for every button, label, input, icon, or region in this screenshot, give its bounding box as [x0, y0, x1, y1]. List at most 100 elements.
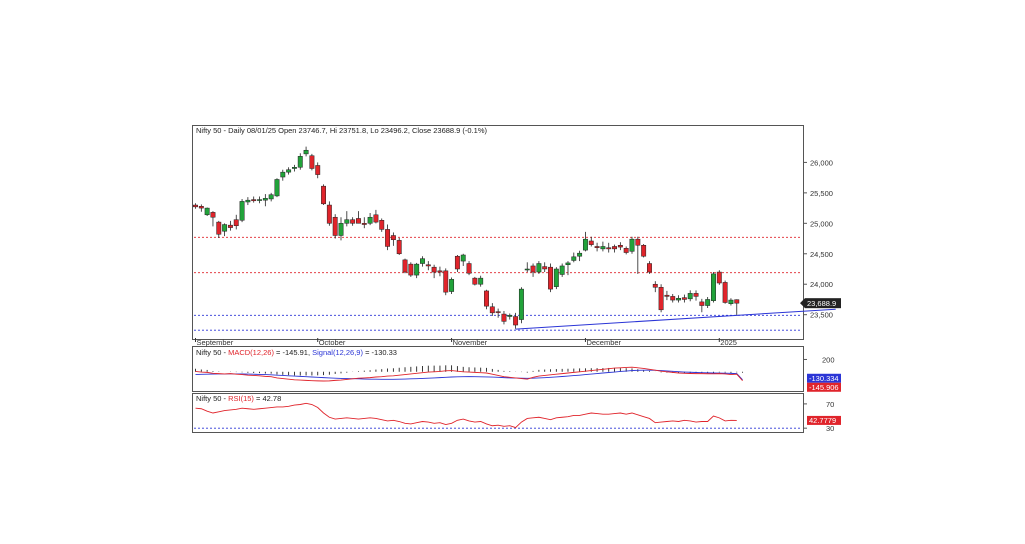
rsi-ytick-label: 70 — [826, 400, 834, 409]
candle-body — [466, 263, 472, 274]
macd-title-macd: MACD(12,26) — [228, 348, 274, 357]
price-ytick-label: 24,500 — [810, 250, 833, 259]
candle-body — [443, 270, 449, 293]
macd-title: Nifty 50 - MACD(12,26) = -145.91, Signal… — [196, 348, 397, 357]
price-ytick-label: 23,500 — [810, 311, 833, 320]
rsi-title: Nifty 50 - RSI(15) = 42.78 — [196, 394, 281, 403]
month-label: October — [319, 338, 346, 347]
macd-title-macd-value: = -145.91, — [274, 348, 312, 357]
rsi-panel-frame — [192, 393, 804, 433]
candle-body — [617, 244, 623, 248]
candle-body — [530, 265, 536, 273]
price-ytick-label: 24,000 — [810, 280, 833, 289]
candle-body — [507, 315, 513, 317]
candle-body — [291, 167, 297, 169]
candle-body — [472, 277, 478, 285]
candle-body — [449, 279, 455, 292]
candle-body — [326, 204, 332, 224]
candle-body — [676, 297, 682, 301]
candle-body — [681, 297, 687, 300]
candle-body — [198, 206, 204, 209]
signal-tag: -130.334 — [809, 374, 839, 383]
candle-body — [623, 248, 629, 253]
candle-body — [431, 266, 437, 273]
candle-body — [204, 207, 210, 216]
candle-body — [647, 263, 652, 273]
candle-body — [565, 262, 571, 265]
macd-title-prefix: Nifty 50 - — [196, 348, 228, 357]
candle-body — [303, 149, 309, 155]
candle-body — [408, 263, 414, 276]
candle-body — [548, 266, 553, 290]
candle-body — [524, 268, 530, 271]
price-panel-frame — [192, 125, 804, 340]
candle-body — [722, 282, 728, 303]
last-price-tag: 23,688.9 — [807, 299, 836, 308]
candle-body — [233, 219, 239, 227]
price-ytick-label: 25,000 — [810, 219, 833, 228]
rsi-tag: 42.7779 — [809, 416, 836, 425]
candle-body — [559, 265, 565, 275]
candle-body — [553, 268, 559, 287]
price-ytick-label: 26,000 — [810, 158, 833, 167]
candle-body — [420, 258, 425, 264]
candle-body — [728, 299, 734, 304]
candle-body — [268, 194, 274, 200]
candle-body — [460, 254, 466, 262]
macd-tag: -145.906 — [809, 383, 839, 392]
candle-body — [670, 296, 676, 301]
rsi-title-prefix: Nifty 50 - — [196, 394, 228, 403]
candle-body — [437, 270, 443, 273]
candle-body — [734, 299, 740, 304]
price-ytick-label: 25,500 — [810, 189, 833, 198]
candle-body — [367, 216, 373, 224]
candle-body — [239, 201, 245, 221]
candle-body — [454, 255, 460, 270]
macd-title-signal: Signal(12,26,9) — [312, 348, 363, 357]
candle-body — [280, 171, 286, 178]
candle-body — [594, 246, 600, 248]
candle-body — [390, 235, 396, 241]
candle-body — [402, 259, 408, 273]
candle-body — [478, 277, 484, 285]
candle-body — [338, 223, 344, 236]
month-label: November — [453, 338, 488, 347]
candle-body — [635, 238, 641, 246]
candle-body — [542, 266, 548, 270]
candle-body — [350, 219, 356, 224]
candle-body — [664, 294, 670, 297]
candle-body — [315, 165, 321, 175]
rsi-title-rsi-value: = 42.78 — [254, 394, 281, 403]
candle-body — [385, 229, 391, 247]
candle-body — [210, 212, 216, 218]
macd-ytick-label: 200 — [822, 355, 835, 364]
candle-body — [600, 246, 606, 250]
candle-body — [396, 240, 402, 255]
price-chart-title: Nifty 50 - Daily 08/01/25 Open 23746.7, … — [196, 126, 488, 135]
candle-body — [193, 204, 198, 208]
candle-body — [245, 199, 251, 203]
month-label: December — [586, 338, 621, 347]
candle-body — [711, 273, 716, 301]
candle-body — [216, 221, 222, 235]
candle-body — [321, 185, 326, 205]
candle-body — [612, 246, 617, 250]
candle-body — [501, 313, 507, 322]
candle-body — [257, 199, 262, 201]
candle-body — [425, 264, 431, 267]
candle-body — [484, 290, 489, 307]
candle-body — [274, 179, 280, 197]
candle-body — [379, 220, 385, 230]
candle-body — [641, 244, 647, 257]
candle-body — [332, 216, 338, 236]
candle-body — [297, 156, 303, 168]
candle-body — [489, 306, 495, 314]
candle-body — [222, 224, 228, 232]
candle-body — [356, 218, 361, 224]
candle-body — [571, 256, 577, 261]
candle-body — [652, 283, 658, 288]
candle-body — [495, 311, 501, 313]
candle-body — [361, 223, 367, 225]
candle-body — [658, 287, 664, 311]
candle-body — [227, 224, 233, 228]
